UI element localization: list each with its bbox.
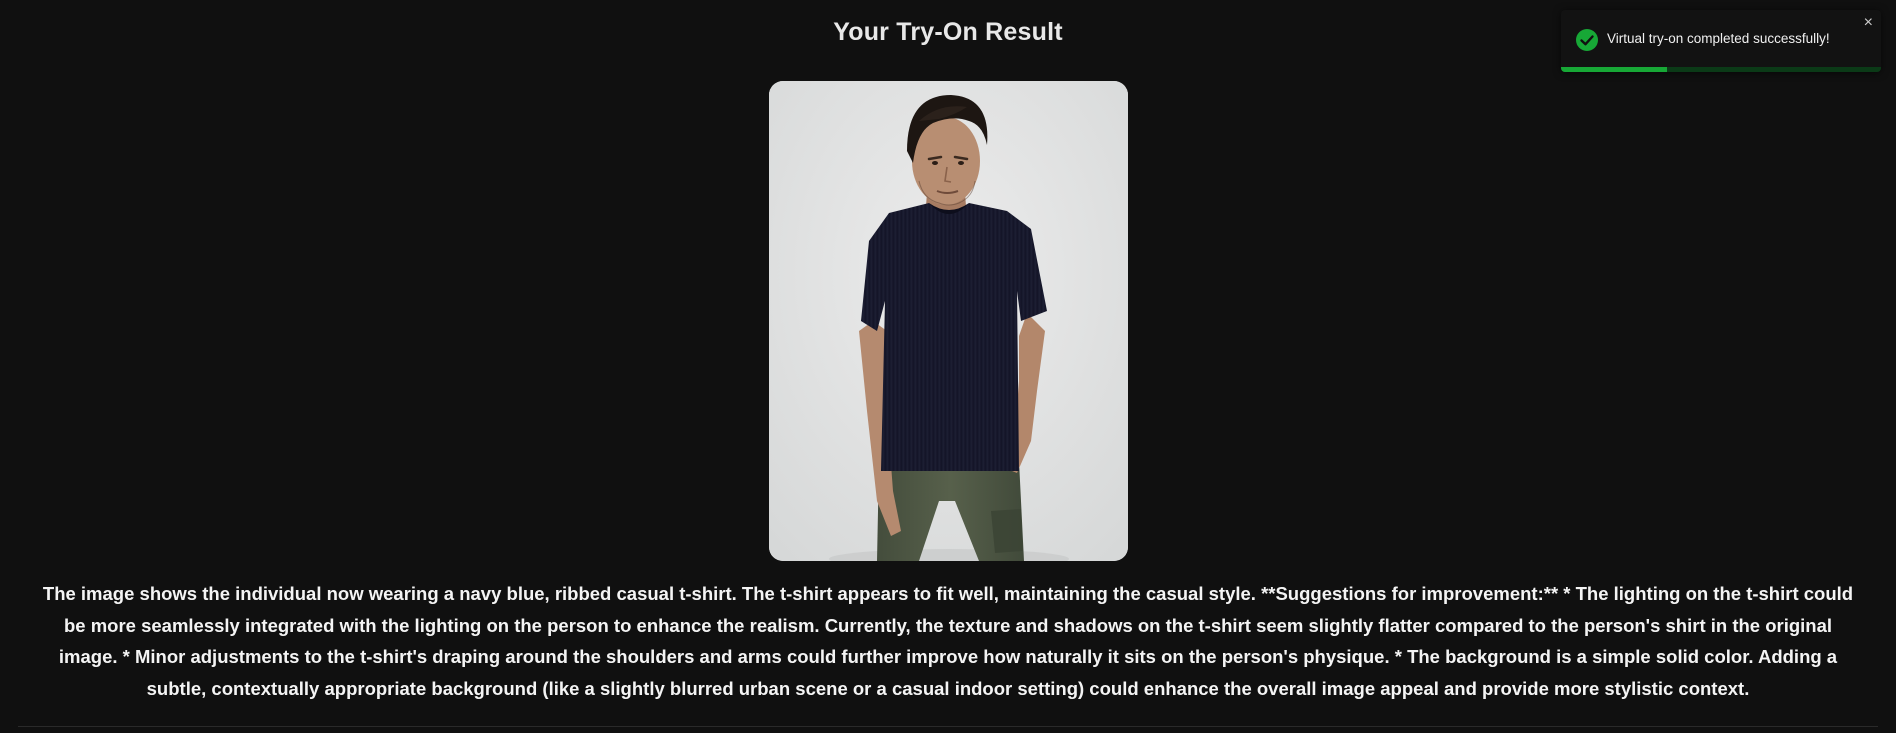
toast-progress-bar bbox=[1561, 67, 1881, 72]
toast-message: Virtual try-on completed successfully! bbox=[1607, 31, 1830, 46]
close-icon[interactable]: × bbox=[1864, 13, 1873, 33]
try-on-result-page: Your Try-On Result The image shows the i… bbox=[0, 0, 1896, 733]
try-on-feedback-text: The image shows the individual now weari… bbox=[42, 583, 1854, 699]
try-on-result-image bbox=[769, 81, 1128, 561]
check-circle-icon bbox=[1575, 28, 1599, 52]
divider bbox=[18, 726, 1878, 727]
toast-progress-fill bbox=[1561, 67, 1667, 72]
success-toast[interactable]: Virtual try-on completed successfully! × bbox=[1561, 10, 1881, 72]
